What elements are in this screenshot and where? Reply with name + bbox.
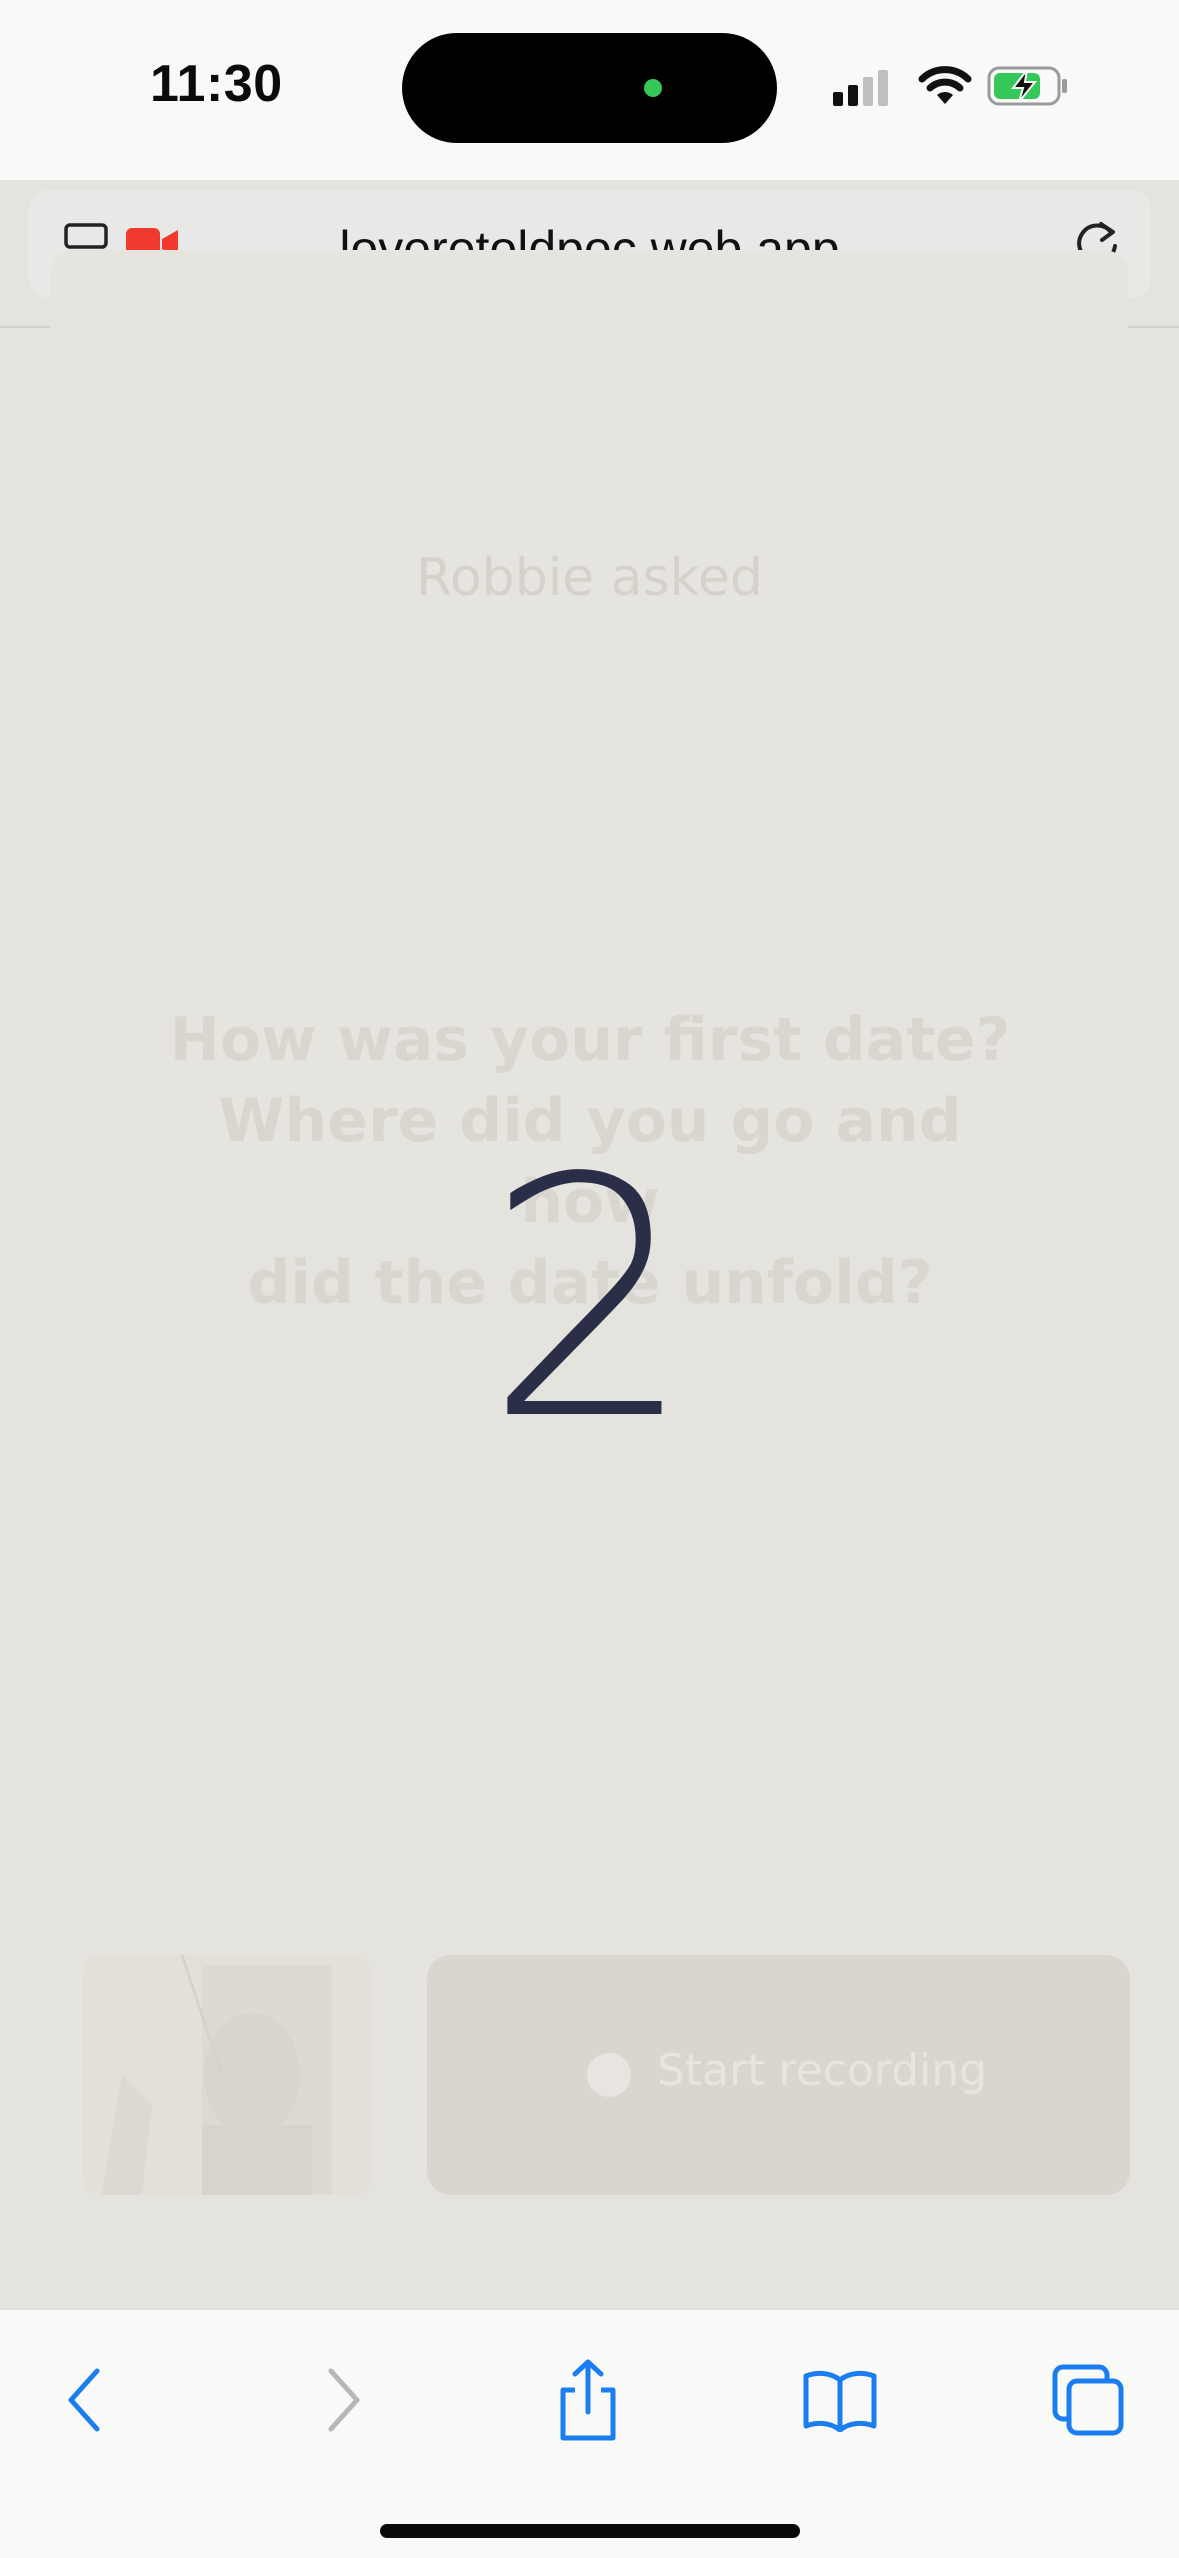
question-line: How was your first date? [169,1005,1011,1075]
forward-button[interactable] [292,2350,392,2450]
tabs-button[interactable] [1038,2350,1138,2450]
forward-icon [328,2368,360,2432]
home-indicator [380,2524,800,2538]
camera-indicator-dot [644,79,662,97]
browser-toolbar [0,2308,1179,2558]
countdown-number: 2 [484,1108,695,1492]
question-asker: Robbie asked [416,548,763,608]
camera-preview-image [82,1955,372,2195]
battery-charging-icon [987,66,1067,106]
record-dot-icon [587,2053,631,2097]
back-button[interactable] [36,2350,136,2450]
start-recording-label: Start recording [657,2045,988,2096]
wifi-icon [918,66,972,104]
share-icon [560,2359,616,2441]
share-button[interactable] [538,2350,638,2450]
bookmarks-button[interactable] [790,2350,890,2450]
status-time: 11:30 [150,55,283,113]
start-recording-button[interactable]: Start recording [427,1955,1130,2195]
dynamic-island [402,33,777,143]
tabs-icon [1052,2364,1124,2436]
camera-preview-thumbnail [82,1955,372,2195]
status-bar: 11:30 [0,0,1179,180]
cellular-signal-icon [833,70,888,106]
bookmarks-icon [803,2370,877,2432]
back-icon [68,2368,100,2432]
